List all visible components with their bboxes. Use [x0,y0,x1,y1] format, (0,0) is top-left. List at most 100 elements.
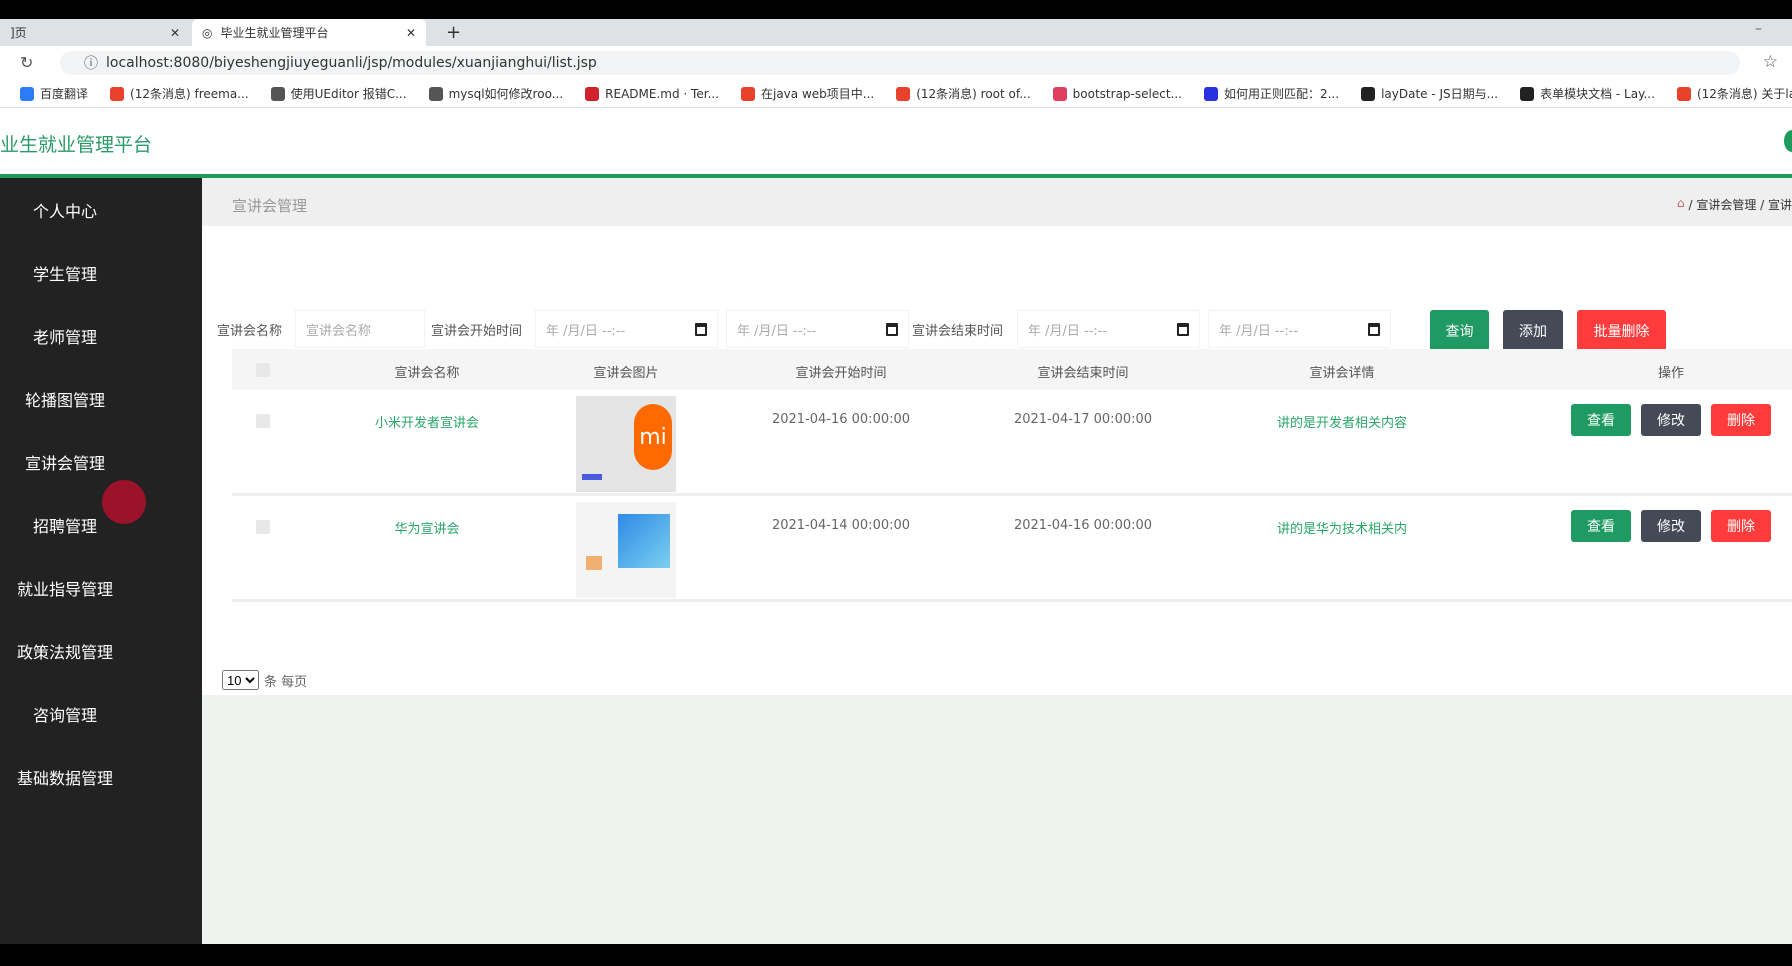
bookmark-item[interactable]: 百度翻译 [20,85,88,102]
bookmark-icon [1052,86,1067,101]
bookmark-icon [110,86,125,101]
event-image [576,502,676,598]
table-row: 小米开发者宣讲会 mi 2021-04-16 00:00:00 2021-04-… [232,390,1792,496]
bookmark-item[interactable]: layDate - JS日期与... [1361,85,1498,102]
bookmark-label: (12条消息) freema... [130,87,249,101]
bookmark-item[interactable]: mysql如何修改roo... [428,85,563,102]
end-time-cell: 2021-04-16 00:00:00 [1013,518,1153,533]
main-content: 宣讲会管理 ⌂ / 宣讲会管理 / 宣讲 宣讲会名称 宣讲会名称 宣讲会开始时间 … [202,178,1792,944]
sidebar-item-label: 老师管理 [32,327,97,347]
start-time-label: 宣讲会开始时间 [431,324,523,339]
edit-button[interactable]: 修改 [1641,404,1701,436]
date-input[interactable]: 年 /月/日 --:-- [1017,310,1200,348]
sidebar-item-label: 就业指导管理 [16,579,113,599]
start-time-cell: 2021-04-16 00:00:00 [771,412,911,427]
column-header: 操作 [1657,366,1685,381]
view-button[interactable]: 查看 [1571,510,1631,542]
pagination: 10 条 每页 [222,670,307,690]
detail-cell: 讲的是开发者相关内容 [1276,416,1408,431]
delete-button[interactable]: 删除 [1711,404,1771,436]
bookmark-icon [1361,86,1376,101]
browser-tab[interactable]: ]页 ✕ [0,19,190,46]
sidebar-item[interactable]: 个人中心 [0,178,130,241]
name-filter-input[interactable]: 宣讲会名称 [295,310,425,348]
bookmark-item[interactable]: 表单模块文档 - Lay... [1520,85,1655,102]
calendar-icon[interactable] [886,323,898,336]
page-size-label: 条 每页 [264,674,308,690]
reload-icon[interactable]: ↻ [20,53,33,72]
bookmark-item[interactable]: 如何用正则匹配：2... [1203,85,1339,102]
url-text: localhost:8080/biyeshengjiuyeguanli/jsp/… [106,55,597,71]
breadcrumb: ⌂ / 宣讲会管理 / 宣讲 [1677,196,1792,213]
query-button[interactable]: 查询 [1430,310,1489,351]
bookmark-label: README.md · Ter... [605,86,719,101]
bookmark-icon [1520,86,1535,101]
table-header: 宣讲会名称 宣讲会图片 宣讲会开始时间 宣讲会结束时间 宣讲会详情 操作 [232,349,1792,390]
bookmark-icon [585,86,600,101]
bookmark-item[interactable]: bootstrap-select... [1052,86,1182,101]
star-icon[interactable]: ☆ [1763,52,1778,72]
column-header: 宣讲会结束时间 [1037,366,1129,381]
browser-tab-active[interactable]: ◎ 毕业生就业管理平台 ✕ [192,19,426,46]
sidebar: 个人中心 学生管理 老师管理 轮播图管理 宣讲会管理 招聘管理 就业指导管理 政策法规管理 咨询… [0,178,202,944]
bookmark-icon [270,86,285,101]
tab-title: 毕业生就业管理平台 [220,26,329,40]
sidebar-item-label: 咨询管理 [32,705,97,725]
bookmark-item[interactable]: (12条消息) root of... [896,85,1031,102]
column-header: 宣讲会开始时间 [795,366,887,381]
add-button[interactable]: 添加 [1503,310,1563,351]
name-cell: 华为宣讲会 [394,522,460,537]
sidebar-item-label: 个人中心 [32,201,97,221]
sidebar-item[interactable]: 轮播图管理 [0,367,130,430]
sidebar-item[interactable]: 咨询管理 [0,682,130,745]
date-input[interactable]: 年 /月/日 --:-- [726,310,909,348]
bookmark-icon [896,86,911,101]
bookmark-item[interactable]: (12条消息) 关于lay... [1676,85,1792,102]
sidebar-item-label: 轮播图管理 [24,390,105,410]
placeholder: 年 /月/日 --:-- [1219,323,1299,339]
sidebar-item[interactable]: 学生管理 [0,241,130,304]
calendar-icon[interactable] [1177,323,1189,336]
home-icon[interactable]: ⌂ [1677,196,1685,213]
row-checkbox[interactable] [256,520,270,534]
bookmark-item[interactable]: (12条消息) freema... [110,85,249,102]
bookmark-icon [428,86,443,101]
avatar[interactable] [1784,130,1792,152]
breadcrumb-path[interactable]: / 宣讲会管理 / 宣讲 [1688,196,1792,213]
column-header: 宣讲会图片 [593,366,659,381]
new-tab-button[interactable]: + [436,19,471,46]
calendar-icon[interactable] [1368,323,1380,336]
browser-tab-bar: ]页 ✕ ◎ 毕业生就业管理平台 ✕ + – [0,19,1792,46]
page-title: 宣讲会管理 [232,197,308,215]
placeholder: 年 /月/日 --:-- [737,323,817,339]
delete-button[interactable]: 删除 [1711,510,1771,542]
sidebar-item-label: 政策法规管理 [16,642,113,662]
page-size-select[interactable]: 10 [222,670,259,690]
date-input[interactable]: 年 /月/日 --:-- [535,310,718,348]
minimize-icon[interactable]: – [1755,21,1762,37]
taskbar [0,944,1792,966]
bookmark-item[interactable]: 在java web项目中... [740,85,874,102]
calendar-icon[interactable] [695,323,707,336]
edit-button[interactable]: 修改 [1641,510,1701,542]
bookmark-label: 使用UEditor 报错C... [290,87,407,101]
close-icon[interactable]: ✕ [170,26,180,40]
batch-delete-button[interactable]: 批量删除 [1577,310,1666,351]
sidebar-item[interactable]: 政策法规管理 [0,619,130,682]
sidebar-item[interactable]: 基础数据管理 [0,745,130,808]
address-bar-row: ↻ ⓘ localhost:8080/biyeshengjiuyeguanli/j… [0,46,1792,80]
close-icon[interactable]: ✕ [406,26,416,40]
view-button[interactable]: 查看 [1571,404,1631,436]
placeholder: 宣讲会名称 [306,323,372,339]
bookmark-icon [1676,86,1691,101]
bookmark-item[interactable]: README.md · Ter... [585,86,719,101]
sidebar-item[interactable]: 老师管理 [0,304,130,367]
select-all-checkbox[interactable] [256,363,270,377]
date-input[interactable]: 年 /月/日 --:-- [1208,310,1391,348]
start-time-cell: 2021-04-14 00:00:00 [771,518,911,533]
address-bar[interactable]: ⓘ localhost:8080/biyeshengjiuyeguanli/jsp… [60,51,1740,75]
sidebar-item[interactable]: 就业指导管理 [0,556,130,619]
event-image: mi [576,396,676,492]
bookmark-item[interactable]: 使用UEditor 报错C... [270,85,407,102]
row-checkbox[interactable] [256,414,270,428]
